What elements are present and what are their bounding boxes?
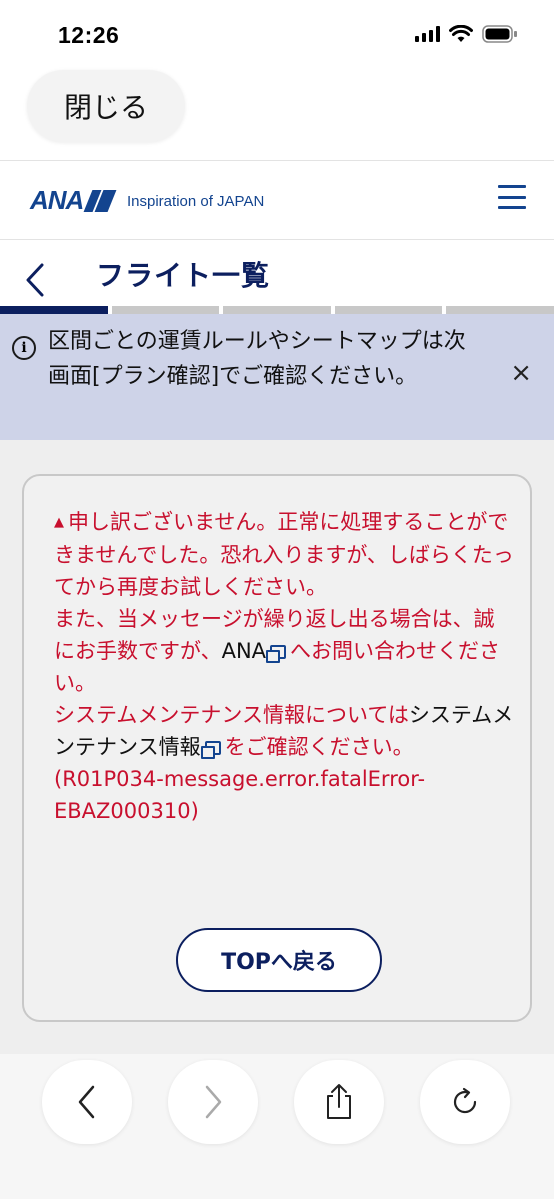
- error-line-3-before: システムメンテナンス情報については: [54, 703, 409, 727]
- status-icons: [415, 25, 518, 43]
- external-link-icon: [200, 741, 221, 759]
- main-content: ▲ 申し訳ございません。正常に処理することができませんでした。恐れ入りますが、しば…: [0, 440, 554, 1054]
- progress-step: [223, 306, 331, 314]
- back-button[interactable]: [42, 1060, 132, 1144]
- reload-icon: [453, 1087, 477, 1114]
- logo-tagline: Inspiration of JAPAN: [127, 193, 265, 210]
- error-card: ▲ 申し訳ございません。正常に処理することができませんでした。恐れ入りますが、しば…: [22, 474, 532, 1022]
- info-message: 区間ごとの運賃ルールやシートマップは次画面[プラン確認]でご確認ください。: [48, 329, 466, 389]
- info-banner: i 区間ごとの運賃ルールやシートマップは次画面[プラン確認]でご確認ください。 …: [0, 314, 554, 440]
- info-icon: i: [12, 336, 36, 360]
- step-progress-bar: [0, 306, 554, 314]
- page-title: フライト一覧: [96, 259, 271, 292]
- chevron-right-icon: [205, 1085, 222, 1119]
- logo-stripes-icon: [83, 189, 117, 212]
- error-code: (R01P034-message.error.fatalError-EBAZ00…: [54, 767, 426, 823]
- status-bar: 12:26: [0, 0, 554, 70]
- error-message: ▲ 申し訳ございません。正常に処理することができませんでした。恐れ入りますが、しば…: [54, 506, 514, 827]
- share-icon: [327, 1084, 351, 1119]
- warning-icon: ▲: [54, 515, 64, 530]
- browser-top-bar: 閉じる: [0, 70, 554, 160]
- close-icon[interactable]: ×: [510, 358, 532, 388]
- error-line-1: 申し訳ございません。正常に処理することができませんでした。恐れ入りますが、しばら…: [54, 510, 514, 599]
- menu-icon[interactable]: [498, 185, 526, 209]
- cellular-signal-icon: [415, 26, 440, 42]
- logo-text: ANA: [30, 185, 84, 215]
- ana-contact-link[interactable]: ANA: [222, 639, 266, 663]
- progress-step: [111, 306, 220, 314]
- progress-step: [0, 306, 108, 314]
- page-navigation: フライト一覧: [0, 240, 554, 314]
- forward-button[interactable]: [168, 1060, 258, 1144]
- status-time: 12:26: [58, 22, 120, 48]
- close-button[interactable]: 閉じる: [27, 70, 185, 142]
- external-link-icon: [266, 645, 287, 663]
- chevron-left-icon: [78, 1085, 95, 1119]
- back-chevron-icon[interactable]: [24, 262, 46, 298]
- back-to-top-button[interactable]: TOPへ戻る: [176, 928, 382, 992]
- progress-step: [446, 306, 554, 314]
- ana-logo[interactable]: ANA: [30, 185, 117, 216]
- site-header: ANA Inspiration of JAPAN: [0, 160, 554, 240]
- battery-icon: [482, 25, 517, 43]
- reload-button[interactable]: [420, 1060, 510, 1144]
- wifi-icon: [449, 25, 473, 42]
- browser-toolbar: [0, 1054, 554, 1199]
- error-line-3-after: をご確認ください。: [224, 735, 414, 759]
- share-button[interactable]: [294, 1060, 384, 1144]
- progress-step: [334, 306, 443, 314]
